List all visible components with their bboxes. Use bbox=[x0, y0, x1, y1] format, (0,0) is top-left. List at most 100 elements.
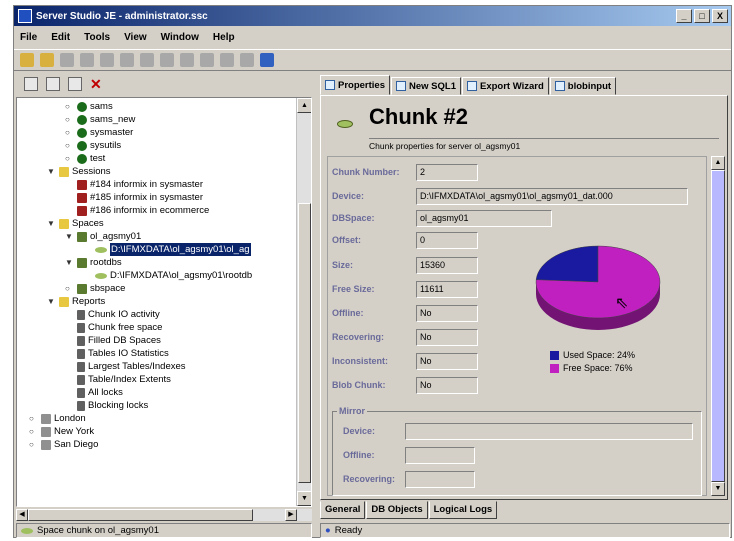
expand-toggle-icon[interactable]: ▼ bbox=[47, 165, 56, 178]
connect-icon[interactable] bbox=[260, 53, 274, 67]
expand-toggle-icon[interactable]: ○ bbox=[29, 425, 38, 438]
recovering-field[interactable]: No bbox=[416, 329, 478, 346]
find-icon[interactable] bbox=[200, 53, 214, 67]
tree-item[interactable]: D:\IFMXDATA\ol_agsmy01\rootdb bbox=[83, 269, 252, 282]
expand-toggle-icon[interactable]: ○ bbox=[65, 152, 74, 165]
tree-item[interactable]: D:\IFMXDATA\ol_agsmy01\ol_ag bbox=[83, 243, 251, 256]
hscroll-thumb[interactable] bbox=[28, 509, 253, 521]
maximize-button[interactable]: □ bbox=[694, 9, 710, 23]
expand-toggle-icon[interactable]: ○ bbox=[29, 438, 38, 451]
menu-window[interactable]: Window bbox=[161, 32, 199, 43]
title-bar[interactable]: Server Studio JE - administrator.ssc _ □… bbox=[14, 6, 731, 26]
tree-item[interactable]: ○ New York bbox=[29, 425, 94, 438]
undo-icon[interactable] bbox=[120, 53, 134, 67]
tab-properties[interactable]: Properties bbox=[320, 75, 390, 95]
cut-icon[interactable] bbox=[180, 53, 194, 67]
expand-toggle-icon[interactable]: ○ bbox=[65, 282, 74, 295]
tab-blobinput[interactable]: blobinput bbox=[549, 77, 617, 95]
properties-vertical-scrollbar[interactable]: ▲ ▼ bbox=[711, 156, 725, 496]
expand-toggle-icon[interactable]: ▼ bbox=[65, 256, 74, 269]
mirror-recovering-field[interactable] bbox=[405, 471, 475, 488]
find-next-icon[interactable] bbox=[220, 53, 234, 67]
scroll-down-icon[interactable]: ▼ bbox=[297, 491, 311, 506]
tree-item[interactable]: Table/Index Extents bbox=[65, 373, 171, 386]
offset-field[interactable]: 0 bbox=[416, 232, 478, 249]
tree-item[interactable]: Chunk free space bbox=[65, 321, 162, 334]
mirror-device-field[interactable] bbox=[405, 423, 693, 440]
save-icon[interactable] bbox=[60, 53, 74, 67]
tab-general[interactable]: General bbox=[320, 501, 366, 519]
chunk-number-field[interactable]: 2 bbox=[416, 164, 478, 181]
menu-file[interactable]: File bbox=[20, 32, 37, 43]
expand-toggle-icon[interactable]: ○ bbox=[65, 126, 74, 139]
scroll-up-icon[interactable]: ▲ bbox=[297, 98, 311, 113]
tab-export-wizard[interactable]: Export Wizard bbox=[462, 77, 549, 95]
expand-toggle-icon[interactable]: ○ bbox=[65, 139, 74, 152]
offline-field[interactable]: No bbox=[416, 305, 478, 322]
tree-item[interactable]: ▼ Sessions bbox=[47, 165, 111, 178]
expand-toggle-icon[interactable]: ▼ bbox=[47, 295, 56, 308]
expand-toggle-icon[interactable]: ▼ bbox=[47, 217, 56, 230]
refresh-icon[interactable] bbox=[46, 77, 60, 91]
tree-item[interactable]: ▼ rootdbs bbox=[65, 256, 122, 269]
save-all-icon[interactable] bbox=[80, 53, 94, 67]
expand-toggle-icon[interactable]: ○ bbox=[65, 100, 74, 113]
tree-item[interactable]: ○ sams bbox=[65, 100, 113, 113]
scroll-down-icon[interactable]: ▼ bbox=[711, 482, 725, 496]
tree-item[interactable]: Largest Tables/Indexes bbox=[65, 360, 186, 373]
expand-toggle-icon[interactable]: ○ bbox=[29, 412, 38, 425]
tree-item[interactable]: ○ London bbox=[29, 412, 86, 425]
print-icon[interactable] bbox=[100, 53, 114, 67]
delete-icon[interactable]: ✕ bbox=[90, 77, 104, 91]
tree-item[interactable]: ▼ Spaces bbox=[47, 217, 104, 230]
scroll-left-icon[interactable]: ◀ bbox=[16, 509, 28, 521]
tree-item[interactable]: All locks bbox=[65, 386, 123, 399]
tab-new-sql1[interactable]: New SQL1 bbox=[391, 77, 461, 95]
properties-icon[interactable] bbox=[24, 77, 38, 91]
replace-icon[interactable] bbox=[240, 53, 254, 67]
scroll-right-icon[interactable]: ▶ bbox=[285, 509, 297, 521]
mirror-offline-field[interactable] bbox=[405, 447, 475, 464]
tree-item[interactable]: #185 informix in sysmaster bbox=[65, 191, 203, 204]
tree-item[interactable]: Filled DB Spaces bbox=[65, 334, 161, 347]
tree-item[interactable]: #186 informix in ecommerce bbox=[65, 204, 209, 217]
scroll-thumb[interactable] bbox=[298, 203, 311, 483]
open-folder-icon[interactable] bbox=[40, 53, 54, 67]
menu-help[interactable]: Help bbox=[213, 32, 235, 43]
tree-item[interactable]: ○ San Diego bbox=[29, 438, 98, 451]
expand-toggle-icon[interactable]: ○ bbox=[65, 113, 74, 126]
tree-item[interactable]: Chunk IO activity bbox=[65, 308, 160, 321]
blob-chunk-field[interactable]: No bbox=[416, 377, 478, 394]
inconsistent-field[interactable]: No bbox=[416, 353, 478, 370]
menu-tools[interactable]: Tools bbox=[84, 32, 110, 43]
tree-horizontal-scrollbar[interactable]: ◀ ▶ bbox=[16, 509, 312, 521]
tree-item[interactable]: ○ sysmaster bbox=[65, 126, 133, 139]
paste-icon[interactable] bbox=[160, 53, 174, 67]
tree-item[interactable]: #184 informix in sysmaster bbox=[65, 178, 203, 191]
open-icon[interactable] bbox=[20, 53, 34, 67]
tree-item[interactable]: ▼ Reports bbox=[47, 295, 105, 308]
tab-db-objects[interactable]: DB Objects bbox=[366, 501, 428, 519]
tree-item[interactable]: ○ sbspace bbox=[65, 282, 125, 295]
tree-item[interactable]: ○ sysutils bbox=[65, 139, 121, 152]
tree-item[interactable]: ○ sams_new bbox=[65, 113, 135, 126]
scroll-up-icon[interactable]: ▲ bbox=[711, 156, 725, 170]
device-field[interactable]: D:\IFMXDATA\ol_agsmy01\ol_agsmy01_dat.00… bbox=[416, 188, 688, 205]
tab-logical-logs[interactable]: Logical Logs bbox=[428, 501, 498, 519]
tree-item[interactable]: Blocking locks bbox=[65, 399, 148, 412]
free-size-field[interactable]: 11611 bbox=[416, 281, 478, 298]
dbspace-field[interactable]: ol_agsmy01 bbox=[416, 210, 552, 227]
minimize-button[interactable]: _ bbox=[676, 9, 692, 23]
menu-edit[interactable]: Edit bbox=[51, 32, 70, 43]
copy-icon[interactable] bbox=[140, 53, 154, 67]
tree-item[interactable]: ▼ ol_agsmy01 bbox=[65, 230, 141, 243]
tree-vertical-scrollbar[interactable]: ▲ ▼ bbox=[296, 98, 311, 506]
scroll-thumb[interactable] bbox=[711, 170, 725, 482]
menu-view[interactable]: View bbox=[124, 32, 147, 43]
close-button[interactable]: X bbox=[712, 9, 728, 23]
tree-item[interactable]: Tables IO Statistics bbox=[65, 347, 169, 360]
tree-item[interactable]: ○ test bbox=[65, 152, 105, 165]
size-field[interactable]: 15360 bbox=[416, 257, 478, 274]
new-icon[interactable] bbox=[68, 77, 82, 91]
expand-toggle-icon[interactable]: ▼ bbox=[65, 230, 74, 243]
